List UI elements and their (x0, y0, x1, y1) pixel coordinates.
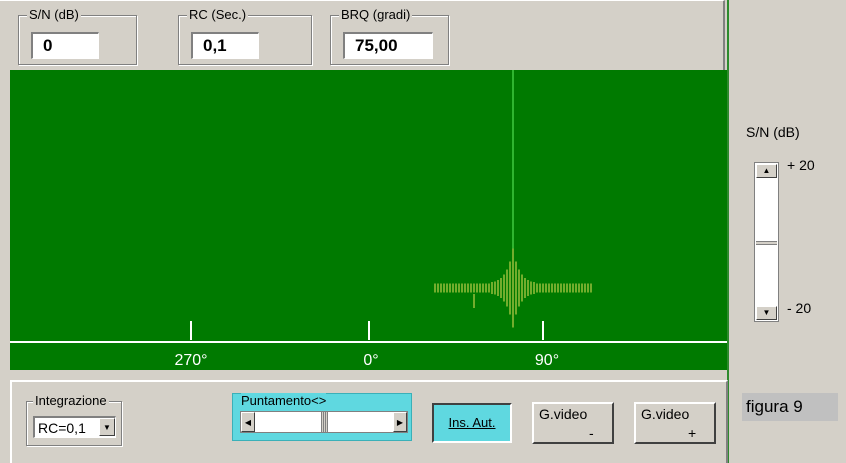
brq-group-label: BRQ (gradi) (339, 7, 413, 22)
radar-display-canvas: 270° 0° 90° (10, 70, 727, 369)
puntamento-thumb[interactable] (321, 412, 328, 432)
triangle-right-icon: ▶ (396, 418, 404, 427)
integrazione-group: Integrazione RC=0,1 ▼ (26, 393, 122, 446)
integrazione-value: RC=0,1 (38, 420, 86, 436)
puntamento-left-arrow[interactable]: ◀ (241, 412, 255, 432)
gvideo-plus-button[interactable]: G.video + (634, 402, 716, 444)
chevron-down-icon: ▼ (103, 423, 111, 432)
integrazione-dropdown-button[interactable]: ▼ (99, 418, 115, 436)
rc-field[interactable]: 0,1 (191, 32, 259, 59)
signal-trace (434, 248, 592, 328)
triangle-down-icon: ▼ (762, 308, 771, 317)
rc-group-label: RC (Sec.) (187, 7, 249, 22)
sn-slider-up[interactable]: ▲ (756, 164, 777, 178)
puntamento-right-arrow[interactable]: ▶ (393, 412, 407, 432)
tick-label-90: 90° (535, 352, 559, 369)
ins-aut-button[interactable]: Ins. Aut. (432, 403, 512, 443)
sn-group: S/N (dB) 0 (18, 7, 137, 65)
right-sn-label: S/N (dB) (746, 124, 800, 140)
tick-label-0: 0° (363, 352, 378, 369)
puntamento-label: Puntamento<> (241, 393, 327, 408)
gvideo-minus-sign: - (589, 425, 594, 441)
sn-field[interactable]: 0 (31, 32, 99, 59)
sn-vertical-slider[interactable]: ▲ ▼ (754, 162, 779, 322)
gvideo-minus-label: G.video (539, 406, 588, 422)
sn-slider-thumb[interactable] (756, 241, 777, 245)
rc-group: RC (Sec.) 0,1 (178, 7, 312, 65)
sn-max-label: + 20 (787, 157, 815, 173)
sn-min-label: - 20 (787, 300, 812, 316)
brq-field[interactable]: 75,00 (343, 32, 433, 59)
gvideo-plus-sign: + (688, 425, 697, 441)
integrazione-label: Integrazione (33, 393, 109, 408)
integrazione-select[interactable]: RC=0,1 ▼ (33, 416, 116, 438)
brq-group: BRQ (gradi) 75,00 (330, 7, 449, 65)
figure-label: figura 9 (742, 393, 838, 421)
sn-group-label: S/N (dB) (27, 7, 81, 22)
triangle-up-icon: ▲ (762, 166, 771, 175)
triangle-left-icon: ◀ (244, 418, 252, 427)
puntamento-scrollbar[interactable]: ◀ ▶ (240, 411, 408, 433)
sn-slider-down[interactable]: ▼ (756, 306, 777, 320)
puntamento-group: Puntamento<> ◀ ▶ (232, 393, 412, 441)
radar-display: 270° 0° 90° (10, 70, 727, 370)
gvideo-plus-label: G.video (641, 406, 690, 422)
tick-label-270: 270° (174, 352, 207, 369)
gvideo-minus-button[interactable]: G.video - (532, 402, 614, 444)
